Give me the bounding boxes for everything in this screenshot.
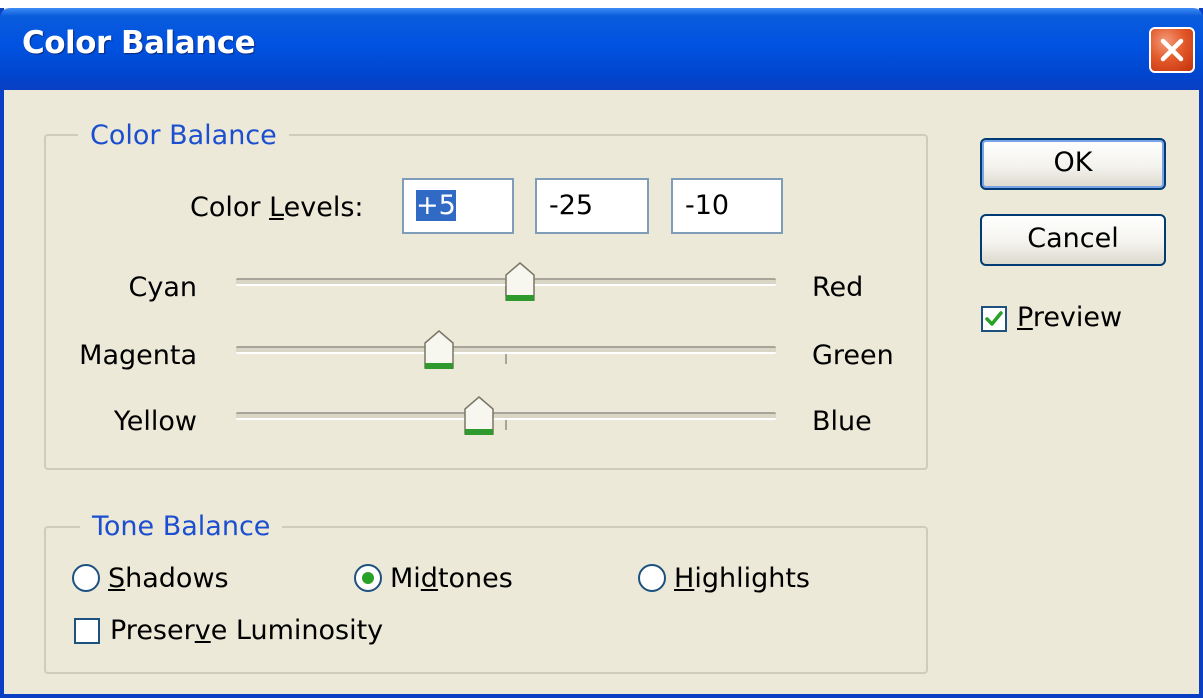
preserve-luminosity-label[interactable]: Preserve Luminosity — [110, 615, 383, 647]
slider-left-label-cyan: Cyan — [128, 272, 198, 303]
slider-left-label-magenta: Magenta — [79, 340, 197, 371]
tone-balance-group-label: Tone Balance — [80, 511, 283, 543]
midtones-radio[interactable] — [354, 564, 382, 592]
magenta-green-slider-center-tick — [505, 354, 507, 364]
color-levels-label: Color Levels: — [190, 192, 364, 223]
checkmark-icon — [985, 311, 1003, 326]
color-balance-group-label: Color Balance — [78, 120, 289, 152]
preview-checkbox[interactable] — [981, 306, 1007, 332]
yellow-blue-slider-track[interactable] — [236, 412, 776, 420]
preview-label[interactable]: Preview — [1017, 302, 1122, 334]
ok-button[interactable]: OK — [980, 138, 1166, 190]
yellow-blue-level-value: -10 — [685, 190, 730, 221]
radio-selected-dot — [362, 572, 374, 584]
midtones-radio-label[interactable]: Midtones — [390, 563, 513, 595]
slider-right-label-blue: Blue — [812, 406, 872, 437]
close-icon — [1160, 38, 1184, 62]
tone-balance-group — [44, 526, 928, 674]
close-button[interactable] — [1149, 27, 1195, 73]
slider-left-label-yellow: Yellow — [113, 406, 197, 437]
title-bar[interactable]: Color Balance — [0, 8, 1203, 90]
magenta-green-level-value: -25 — [549, 190, 594, 221]
color-balance-dialog: Color Balance Color Balance Color Levels… — [0, 8, 1203, 698]
slider-right-label-green: Green — [812, 340, 894, 371]
preserve-luminosity-checkbox[interactable] — [74, 618, 100, 644]
shadows-radio-label[interactable]: Shadows — [108, 563, 229, 595]
magenta-green-slider-thumb[interactable] — [423, 330, 454, 370]
yellow-blue-slider-center-tick — [505, 420, 507, 430]
shadows-radio[interactable] — [72, 564, 100, 592]
window-title: Color Balance — [22, 25, 256, 61]
magenta-green-level-field[interactable]: -25 — [535, 178, 649, 234]
cyan-red-slider-thumb[interactable] — [504, 262, 535, 302]
yellow-blue-slider-thumb[interactable] — [464, 396, 494, 436]
dialog-body: Color Balance Color Levels: +5 -25 -10 C… — [4, 90, 1199, 694]
slider-right-label-red: Red — [812, 272, 864, 303]
cyan-red-level-value: +5 — [416, 190, 456, 221]
highlights-radio[interactable] — [638, 564, 666, 592]
magenta-green-slider-track[interactable] — [236, 346, 776, 354]
cyan-red-level-field[interactable]: +5 — [402, 178, 514, 234]
cancel-button[interactable]: Cancel — [980, 214, 1166, 266]
yellow-blue-level-field[interactable]: -10 — [671, 178, 783, 234]
highlights-radio-label[interactable]: Highlights — [674, 563, 810, 595]
